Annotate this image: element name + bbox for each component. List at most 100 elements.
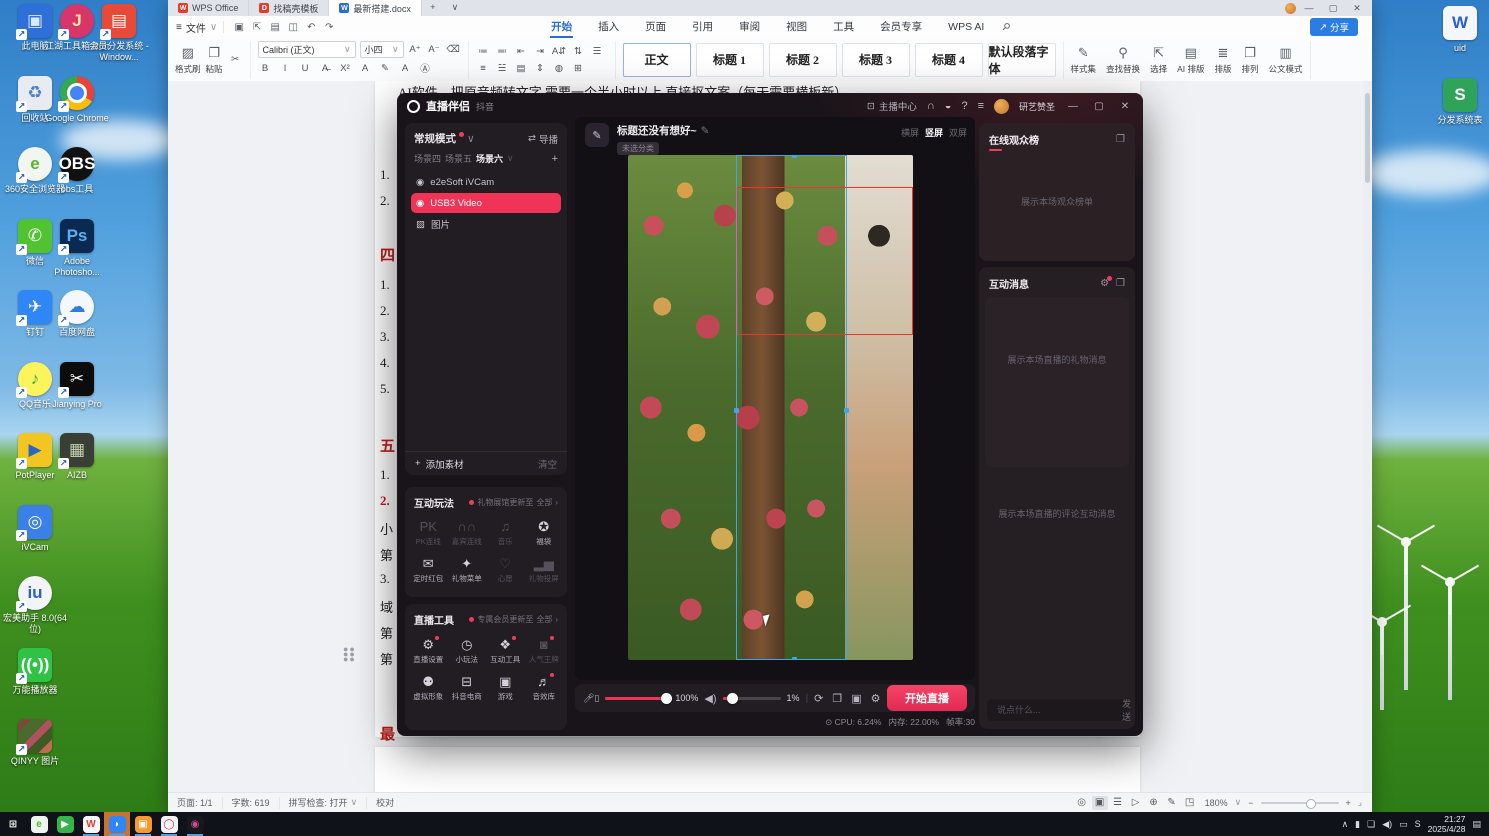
category-tag[interactable]: 未选分类 — [617, 142, 659, 155]
tray-usb-icon[interactable]: ▮ — [1355, 819, 1360, 830]
desktop-icon[interactable]: OBS ↗ obs工具 — [42, 147, 112, 219]
font-color-icon[interactable]: A — [398, 61, 413, 76]
strikethrough-icon[interactable]: A̶ — [318, 61, 333, 76]
shrink-font-icon[interactable]: A⁻ — [427, 42, 442, 57]
add-scene-button[interactable]: + — [552, 153, 558, 165]
desktop-icon[interactable]: ▦ ↗ AIZB — [42, 433, 112, 505]
tray-ime-icon[interactable]: ▭ — [1399, 819, 1408, 830]
mirror-icon[interactable]: ❐ — [832, 692, 842, 705]
help-icon[interactable]: ? — [961, 100, 967, 112]
outdent-icon[interactable]: ⇤ — [514, 44, 529, 59]
camera-icon[interactable]: ▣ — [851, 692, 861, 705]
taskbar-live-companion[interactable]: ◯ — [156, 812, 182, 836]
messages-panel-title[interactable]: 互动消息 — [989, 276, 1029, 291]
clear-format-icon[interactable]: ⌫ — [446, 42, 461, 57]
wps-ribbon-tab[interactable]: WPS AI — [935, 17, 997, 38]
zoom-level[interactable]: 180% — [1205, 798, 1228, 808]
taskbar-color-wheel-app[interactable]: ◉ — [182, 812, 208, 836]
tray-sogou-icon[interactable]: S — [1415, 819, 1421, 830]
grow-font-icon[interactable]: A⁺ — [408, 42, 423, 57]
message-settings-icon[interactable]: ⚙ — [1100, 276, 1113, 289]
play-icon[interactable]: ▷ — [1128, 796, 1144, 810]
taskbar-active-app[interactable]: ◗ — [104, 812, 130, 836]
live-close-button[interactable]: ✕ — [1117, 101, 1133, 112]
edit-title-icon[interactable]: ✎ — [585, 123, 609, 147]
wps-document-tab[interactable]: D 找稿壳模板 — [249, 0, 330, 16]
desktop-icon[interactable]: ((•)) ↗ 万能播放器 — [0, 647, 70, 720]
save-icon[interactable]: ▣ — [230, 19, 248, 35]
wps-ribbon-tab[interactable]: 会员专享 — [867, 17, 935, 38]
tray-window-icon[interactable]: ❏ — [1367, 819, 1375, 830]
taskbar-camera-app[interactable]: ▣ — [130, 812, 156, 836]
font-size-select[interactable]: 小四 ∨ — [359, 40, 404, 58]
screen-mode-option[interactable]: 横屏 — [901, 126, 919, 139]
source-ivcam[interactable]: ◉ e2eSoft iVCam — [411, 172, 561, 192]
arrange-button[interactable]: ❐ 排列 — [1242, 45, 1259, 75]
char-shading-icon[interactable]: Ⓐ — [418, 61, 433, 76]
desktop-icon[interactable]: Ps ↗ Adobe Photosho... — [42, 218, 112, 291]
scene-tab[interactable]: 场景六 — [476, 152, 503, 165]
align-center-icon[interactable]: ≡ — [476, 61, 491, 76]
wps-close-button[interactable]: ✕ — [1346, 1, 1368, 15]
typeset-button[interactable]: ≣ 排版 — [1214, 45, 1231, 75]
taskbar-clock[interactable]: 21:27 2025/4/28 — [1428, 814, 1466, 834]
style-gallery-item[interactable]: 标题 2 — [768, 42, 837, 77]
mic-volume-slider[interactable] — [605, 692, 673, 704]
share-button[interactable]: ↗ 分享 — [1310, 18, 1358, 36]
wps-document-tab[interactable]: W 最新搭建.docx — [329, 0, 422, 16]
page-view-icon[interactable]: ▣ — [1091, 795, 1108, 810]
start-button[interactable]: ⊞ — [0, 812, 26, 836]
zoom-slider[interactable] — [1260, 798, 1339, 809]
style-gallery-item[interactable]: 正文 — [622, 42, 691, 77]
select-button[interactable]: ⇱ 选择 — [1150, 45, 1167, 75]
audience-panel-title[interactable]: 在线观众榜 — [989, 132, 1039, 151]
user-avatar[interactable] — [993, 98, 1009, 114]
tray-hidden-icons[interactable]: ∧ — [1342, 819, 1349, 830]
undo-icon[interactable]: ↶ — [302, 19, 320, 35]
desktop-icon[interactable]: iu ↗ 宏美助手 8.0(64位) — [0, 576, 70, 648]
border-icon[interactable]: ⊞ — [571, 61, 586, 76]
wps-ribbon-tab[interactable]: 视图 — [773, 17, 820, 38]
send-button[interactable]: 发送 — [1122, 697, 1131, 723]
align-left-icon[interactable]: ☰ — [590, 44, 605, 59]
new-tab-button[interactable]: + — [422, 0, 444, 14]
redo-icon[interactable]: ↷ — [320, 19, 338, 35]
bold-icon[interactable]: B — [258, 61, 273, 76]
wps-maximize-button[interactable]: ▢ — [1322, 1, 1344, 15]
popout-icon[interactable]: ❐ — [1116, 278, 1125, 289]
see-all-link[interactable]: 全部 — [536, 614, 552, 625]
preview-icon[interactable]: ◫ — [284, 19, 302, 35]
desktop-icon[interactable]: ↗ QINYY 图片 — [0, 719, 70, 791]
pencil-icon[interactable]: ✎ — [701, 125, 710, 137]
bullets-icon[interactable]: ≔ — [476, 44, 491, 59]
sort-icon[interactable]: ⇅ — [571, 44, 586, 59]
fit-page-icon[interactable]: ⌟ — [1358, 797, 1362, 808]
print-icon[interactable]: ▤ — [266, 19, 284, 35]
zoom-out-button[interactable]: − — [1248, 798, 1253, 808]
desktop-icon[interactable]: ☁ ↗ 百度网盘 — [42, 290, 112, 362]
clear-button[interactable]: 清空 — [538, 457, 557, 471]
taskbar-wps[interactable]: W — [78, 812, 104, 836]
style-gallery-item[interactable]: 标题 1 — [695, 42, 764, 77]
indent-icon[interactable]: ⇥ — [533, 44, 548, 59]
mode-select[interactable]: 常规模式 — [414, 131, 456, 146]
desktop-icon[interactable]: ◎ ↗ iVCam — [0, 504, 70, 577]
live-title-bar[interactable]: 直播伴侣 抖音 ⊡ 主播中心 ∩ ◒? ≡ 研艺赞圣 — ▢ ✕ — [397, 93, 1143, 119]
screen-mode-option[interactable]: 双屏 — [949, 126, 967, 139]
format-painter-button[interactable]: ▨ 格式刷 — [175, 45, 201, 75]
justify-icon[interactable]: ▤ — [514, 61, 529, 76]
style-gallery-item[interactable]: 标题 4 — [914, 42, 983, 77]
settings-icon[interactable]: ⚙ — [871, 692, 881, 705]
start-streaming-button[interactable]: 开始直播 — [887, 685, 967, 711]
scene-tab[interactable]: 场景五 — [445, 152, 472, 165]
director-toggle[interactable]: ⇄ 导播 — [528, 132, 558, 146]
stream-title[interactable]: 标题还没有想好~ — [617, 123, 697, 138]
wps-document-tab[interactable]: W WPS Office — [168, 0, 250, 16]
live-minimize-button[interactable]: — — [1065, 101, 1081, 112]
menu-icon[interactable]: ≡ — [978, 100, 984, 112]
outline-view-icon[interactable]: ☰ — [1110, 796, 1126, 810]
wps-ribbon-tab[interactable]: 插入 — [585, 17, 632, 38]
tab-list-button[interactable]: ∨ — [444, 0, 466, 14]
screen-mode-option[interactable]: 竖屏 — [925, 126, 943, 139]
live-maximize-button[interactable]: ▢ — [1091, 101, 1107, 112]
